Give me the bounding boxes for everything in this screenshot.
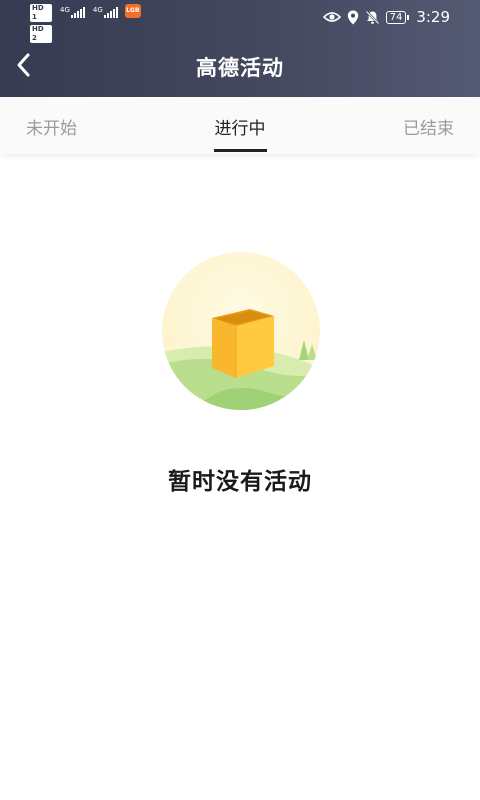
page-title: 高德活动: [196, 56, 284, 80]
sim2-badge: HD 2: [30, 25, 52, 43]
app-header: HD 1 HD 2 4G 4G LGB 74 3:29 高德活动: [0, 0, 480, 97]
bell-off-icon: [365, 10, 379, 24]
signal-icon-1: 4G: [60, 6, 85, 18]
active-tab-indicator: [214, 149, 267, 152]
status-bar: HD 1 HD 2 4G 4G LGB 74 3:29: [0, 0, 480, 43]
empty-state-message: 暂时没有活动: [168, 469, 312, 495]
status-bar-left: HD 1 HD 2 4G 4G LGB: [30, 4, 141, 43]
location-icon: [347, 10, 358, 24]
sim1-badge: HD 1: [30, 4, 52, 22]
status-bar-right: 74 3:29: [322, 8, 450, 26]
status-clock: 3:29: [416, 8, 450, 26]
signal-icon-2: 4G: [93, 6, 118, 18]
tab-ended[interactable]: 已结束: [403, 114, 454, 139]
app-notification-icon: LGB: [124, 4, 141, 18]
empty-box-icon: [162, 252, 320, 410]
battery-indicator: 74: [385, 10, 410, 24]
tab-bar: 未开始 进行中 已结束: [0, 97, 480, 154]
eye-icon: [322, 12, 341, 22]
